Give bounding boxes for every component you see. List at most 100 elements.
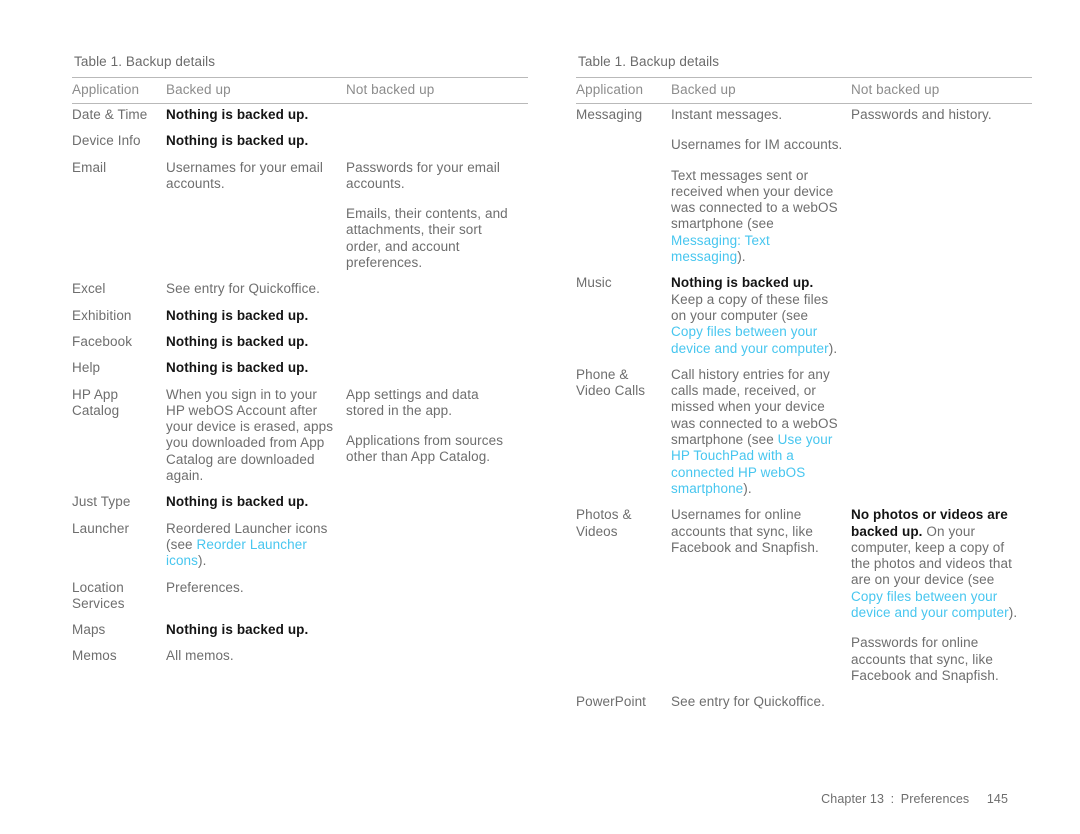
- table-row: Launcher Reordered Launcher icons (see Re…: [72, 518, 528, 577]
- cell-text: Usernames for online accounts that sync,…: [671, 507, 819, 555]
- cell-paragraph: Emails, their contents, and attachments,…: [346, 206, 520, 271]
- cross-reference-link[interactable]: Copy files between your device and your …: [671, 324, 829, 355]
- cell-paragraph: Call history entries for any calls made,…: [671, 367, 843, 497]
- cell-backed-up: Nothing is backed up.: [166, 305, 346, 331]
- cell-backed-up: Nothing is backed up.: [166, 331, 346, 357]
- cell-backed-up: Nothing is backed up.: [166, 130, 346, 156]
- right-table-caption: Table 1. Backup details: [578, 54, 720, 69]
- cell-text: Passwords and history.: [851, 107, 992, 122]
- cell-application-name: HP App Catalog: [72, 386, 120, 418]
- cell-text: ).: [743, 480, 752, 496]
- backup-details-table-left: Application Backed up Not backed up Date…: [72, 77, 528, 672]
- cell-paragraph: Passwords and history.: [851, 107, 1024, 123]
- cell-paragraph: Text messages sent or received when your…: [671, 168, 843, 266]
- cell-application-name: Help: [72, 360, 101, 376]
- footer-section: Preferences: [900, 792, 970, 806]
- table-body-left: Date & Time Nothing is backed up. Device I…: [72, 104, 528, 672]
- cell-not-backed-up: [851, 691, 1032, 717]
- cell-paragraph: Nothing is backed up.: [166, 360, 338, 376]
- footer-page-number: 145: [986, 792, 1008, 806]
- emphasis-text: Nothing is backed up.: [166, 360, 309, 376]
- table-row: Excel See entry for Quickoffice.: [72, 278, 528, 304]
- cell-backed-up: See entry for Quickoffice.: [166, 278, 346, 304]
- left-table-caption: Table 1. Backup details: [74, 54, 216, 69]
- cell-backed-up: Nothing is backed up. Keep a copy of thes…: [671, 272, 851, 363]
- cell-paragraph: Nothing is backed up.: [671, 275, 843, 291]
- cell-text: ).: [737, 249, 746, 265]
- cell-backed-up: Call history entries for any calls made,…: [671, 364, 851, 504]
- cell-application-name: Excel: [72, 281, 106, 297]
- cell-application-name: Music: [576, 275, 612, 291]
- cell-application-name: Location Services: [72, 579, 125, 611]
- table-head: Application Backed up Not backed up: [72, 77, 528, 104]
- cell-paragraph: Usernames for online accounts that sync,…: [671, 507, 843, 556]
- table-header-row: Application Backed up Not backed up: [72, 77, 528, 104]
- cell-not-backed-up: [851, 272, 1032, 363]
- cell-not-backed-up: [346, 491, 528, 517]
- footer-chapter: Chapter 13: [821, 792, 885, 806]
- cell-text: Passwords for online accounts that sync,…: [851, 635, 999, 683]
- cell-paragraph: Nothing is backed up.: [166, 107, 338, 123]
- table-body-right: Messaging Instant messages. Usernames for …: [576, 104, 1032, 718]
- cell-backed-up: Usernames for your email accounts.: [166, 157, 346, 279]
- table-row: Date & Time Nothing is backed up.: [72, 104, 528, 131]
- emphasis-text: Nothing is backed up.: [671, 275, 814, 291]
- table-row: PowerPoint See entry for Quickoffice.: [576, 691, 1032, 717]
- cell-text: All memos.: [166, 648, 234, 664]
- cross-reference-link[interactable]: Copy files between your device and your …: [851, 589, 1009, 620]
- table-row: Help Nothing is backed up.: [72, 357, 528, 383]
- column-header-backed-up: Backed up: [166, 77, 346, 104]
- cell-backed-up: When you sign in to your HP webOS Accoun…: [166, 384, 346, 492]
- cell-paragraph: Nothing is backed up.: [166, 308, 338, 324]
- cell-application-name: Facebook: [72, 333, 133, 349]
- table-row: Location Services Preferences.: [72, 577, 528, 620]
- cell-paragraph: All memos.: [166, 648, 338, 664]
- cell-paragraph: Nothing is backed up.: [166, 494, 338, 510]
- cell-paragraph: See entry for Quickoffice.: [671, 694, 843, 710]
- cell-backed-up: See entry for Quickoffice.: [671, 691, 851, 717]
- cell-not-backed-up: Passwords for your email accounts. Emails…: [346, 157, 528, 279]
- table-row: Photos & Videos Usernames for online acco…: [576, 504, 1032, 691]
- cell-not-backed-up: [346, 331, 528, 357]
- table-row: Maps Nothing is backed up.: [72, 619, 528, 645]
- cell-text: ).: [1008, 605, 1018, 621]
- cell-not-backed-up: [346, 104, 528, 131]
- cell-text: Preferences.: [166, 579, 244, 595]
- cell-text: Keep a copy of these files on your compu…: [671, 291, 829, 323]
- table-header-row: Application Backed up Not backed up: [576, 77, 1032, 104]
- table-row: Phone & Video Calls Call history entries …: [576, 364, 1032, 504]
- cell-not-backed-up: [346, 357, 528, 383]
- cell-text: When you sign in to your HP webOS Accoun…: [166, 386, 334, 484]
- cell-not-backed-up: [346, 577, 528, 620]
- cell-backed-up: Nothing is backed up.: [166, 619, 346, 645]
- cell-application-name: Maps: [72, 622, 106, 638]
- cell-paragraph: Nothing is backed up.: [166, 334, 338, 350]
- cell-application-name: Date & Time: [72, 107, 148, 122]
- cell-backed-up: Nothing is backed up.: [166, 104, 346, 131]
- cell-paragraph: Reordered Launcher icons (see Reorder La…: [166, 521, 338, 570]
- cell-text: Emails, their contents, and attachments,…: [346, 206, 508, 271]
- cross-reference-link[interactable]: Messaging: Text messaging: [671, 233, 770, 264]
- cell-application-name: Launcher: [72, 520, 130, 536]
- table-row: Device Info Nothing is backed up.: [72, 130, 528, 156]
- cell-application-name: Exhibition: [72, 307, 132, 323]
- cell-not-backed-up: [346, 518, 528, 577]
- column-header-backed-up: Backed up: [671, 77, 851, 104]
- cell-text: See entry for Quickoffice.: [671, 694, 825, 710]
- cell-text: Usernames for your email accounts.: [166, 159, 323, 191]
- cell-backed-up: Nothing is backed up.: [166, 491, 346, 517]
- table-row: Just Type Nothing is backed up.: [72, 491, 528, 517]
- cell-paragraph: Passwords for online accounts that sync,…: [851, 635, 1024, 684]
- cell-backed-up: Reordered Launcher icons (see Reorder La…: [166, 518, 346, 577]
- cell-paragraph: Preferences.: [166, 580, 338, 596]
- cell-application-name: Email: [72, 159, 107, 175]
- cell-paragraph: Nothing is backed up.: [166, 622, 338, 638]
- column-header-not-backed-up: Not backed up: [346, 77, 528, 104]
- cell-text: ).: [198, 553, 207, 569]
- table-row: Messaging Instant messages. Usernames for …: [576, 104, 1032, 273]
- cell-application-name: Photos & Videos: [576, 507, 632, 539]
- emphasis-text: Nothing is backed up.: [166, 107, 309, 122]
- cell-paragraph: Passwords for your email accounts.: [346, 160, 520, 193]
- cell-not-backed-up: [346, 645, 528, 671]
- cell-paragraph: When you sign in to your HP webOS Accoun…: [166, 387, 338, 485]
